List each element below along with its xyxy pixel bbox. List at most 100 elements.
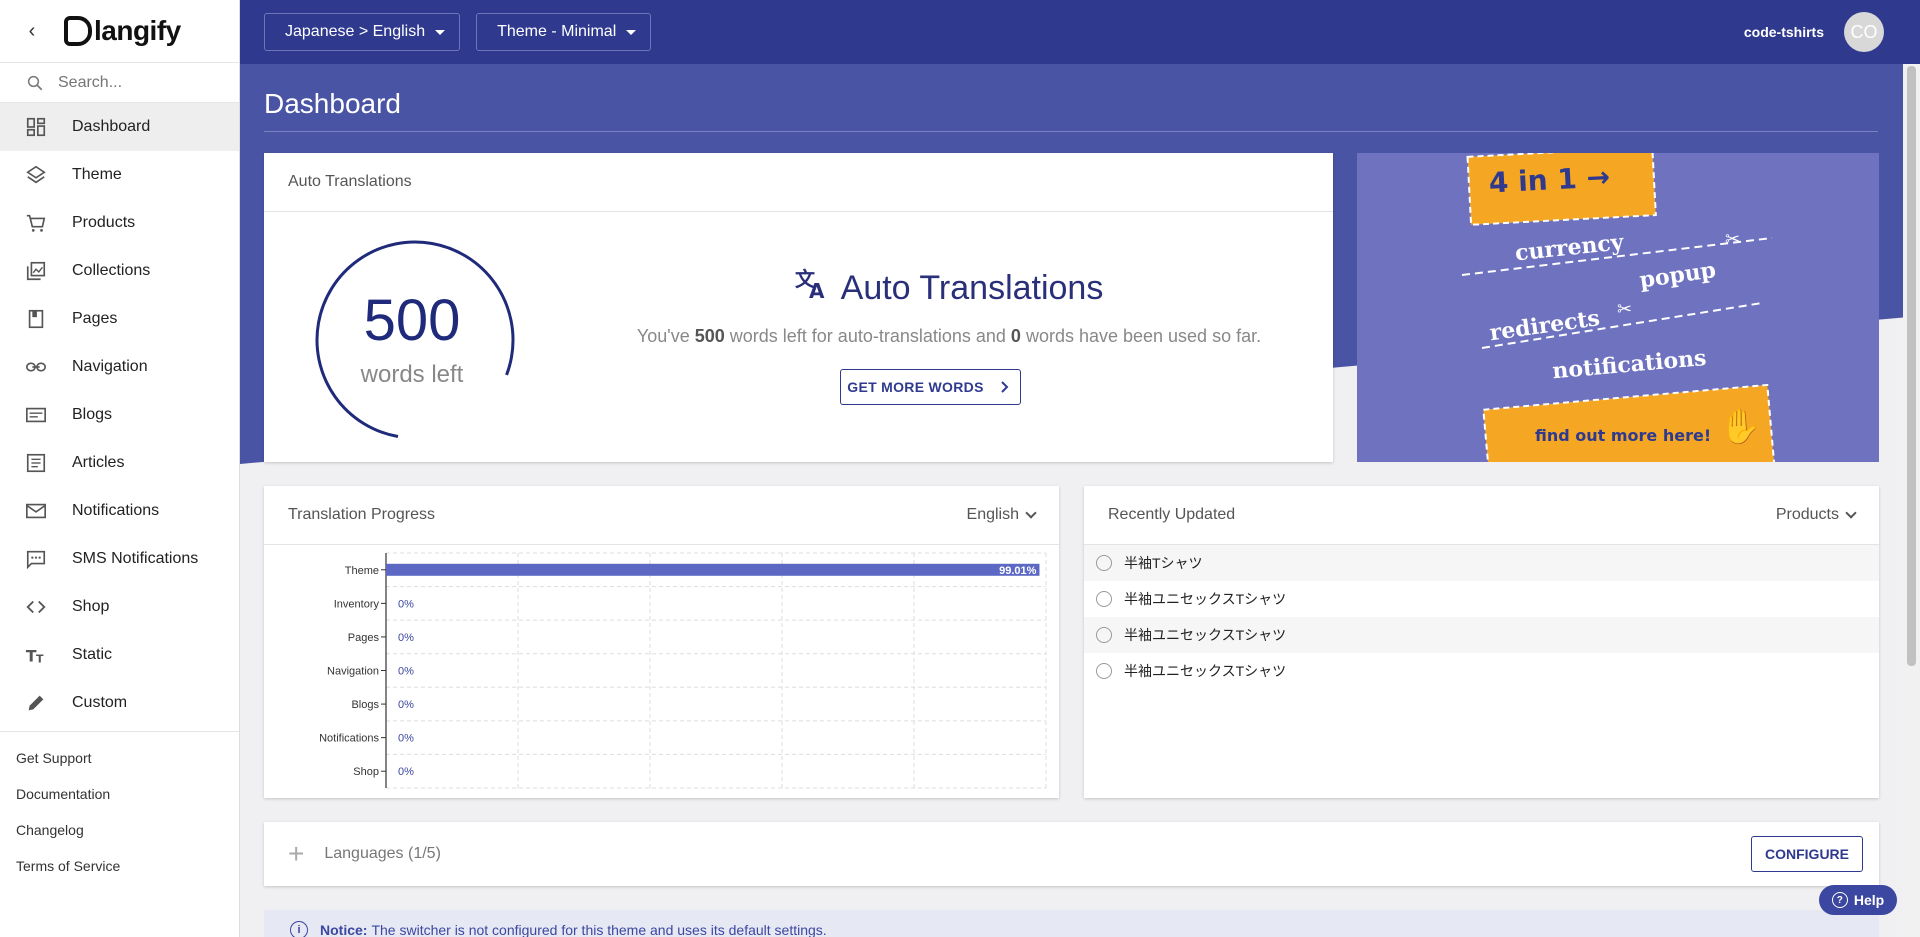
sidebar-item-label: SMS Notifications bbox=[72, 550, 199, 567]
configure-button[interactable]: CONFIGURE bbox=[1751, 836, 1863, 872]
sidebar-link-terms-of-service[interactable]: Terms of Service bbox=[0, 848, 239, 884]
sidebar-item-label: Static bbox=[72, 646, 113, 663]
tick-label-blogs: Blogs bbox=[351, 699, 379, 711]
radio-button[interactable] bbox=[1096, 627, 1112, 643]
sidebar-item-label: Navigation bbox=[72, 358, 148, 375]
sidebar-nav: Dashboard Theme Products Collections Pages Na… bbox=[0, 103, 239, 732]
langify-logo-icon bbox=[64, 16, 92, 46]
recently-updated-card: Recently Updated Products 半袖Tシャツ 半袖ユニセックス… bbox=[1084, 486, 1879, 798]
sidebar-item-label: Articles bbox=[72, 454, 125, 471]
tick-label-theme: Theme bbox=[345, 565, 379, 577]
sidebar-item-dashboard[interactable]: Dashboard bbox=[0, 103, 239, 151]
sidebar-item-label: Notifications bbox=[72, 502, 160, 519]
auto-translations-heading: 文A Auto Translations bbox=[564, 267, 1334, 308]
help-button[interactable]: ? Help bbox=[1819, 885, 1897, 915]
value-label-shop: 0% bbox=[398, 766, 414, 778]
sidebar-link-changelog[interactable]: Changelog bbox=[0, 812, 239, 848]
value-label-inventory: 0% bbox=[398, 598, 414, 610]
sidebar-link-documentation[interactable]: Documentation bbox=[0, 776, 239, 812]
scrollbar-thumb[interactable] bbox=[1907, 66, 1916, 666]
radio-button[interactable] bbox=[1096, 555, 1112, 571]
scissors-icon: ✂ bbox=[1617, 299, 1632, 319]
promo-banner[interactable]: ✂ ✂ ✋ 4 in 1 → currency popup redirects … bbox=[1357, 153, 1879, 462]
avatar[interactable]: CO bbox=[1844, 12, 1884, 52]
chevron-down-icon bbox=[1025, 507, 1037, 519]
logo: langify bbox=[64, 15, 181, 47]
sidebar-item-articles[interactable]: Articles bbox=[0, 439, 239, 487]
translation-progress-header: Translation Progress English bbox=[264, 486, 1059, 545]
search-input[interactable] bbox=[58, 73, 228, 92]
sidebar-item-collections[interactable]: Collections bbox=[0, 247, 239, 295]
title-divider bbox=[264, 131, 1878, 132]
list-item[interactable]: 半袖ユニセックスTシャツ bbox=[1084, 581, 1879, 617]
user-name[interactable]: code-tshirts bbox=[1744, 24, 1824, 40]
text-prefix: You've bbox=[636, 326, 695, 346]
promo-item-currency: currency bbox=[1514, 229, 1626, 266]
info-icon: i bbox=[290, 921, 308, 937]
get-more-words-button[interactable]: GET MORE WORDS bbox=[840, 369, 1021, 405]
sidebar-links: Get Support Documentation Changelog Terms o… bbox=[0, 732, 239, 884]
tick-label-shop: Shop bbox=[353, 766, 379, 778]
text-icon: TT bbox=[24, 643, 48, 667]
scissors-icon: ✂ bbox=[1725, 229, 1740, 249]
list-item[interactable]: 半袖ユニセックスTシャツ bbox=[1084, 653, 1879, 689]
recent-filter-dropdown[interactable]: Products bbox=[1775, 506, 1857, 524]
auto-translations-card-header: Auto Translations bbox=[264, 153, 1333, 212]
link-icon bbox=[24, 355, 48, 379]
value-label-theme: 99.01% bbox=[999, 565, 1037, 577]
language-pair-select[interactable]: Japanese > English bbox=[264, 13, 461, 51]
top-bar: Japanese > English Theme - Minimal code-… bbox=[240, 0, 1920, 64]
bar-theme bbox=[386, 563, 1040, 576]
expand-plus-icon[interactable]: + bbox=[288, 838, 304, 870]
sidebar-item-navigation[interactable]: Navigation bbox=[0, 343, 239, 391]
words-used-bold: 0 bbox=[1010, 326, 1021, 346]
progress-language-dropdown[interactable]: English bbox=[966, 506, 1037, 524]
sidebar-item-label: Products bbox=[72, 214, 136, 231]
back-chevron-icon[interactable]: ‹ bbox=[0, 20, 64, 43]
article-icon bbox=[24, 451, 48, 475]
sidebar-item-theme[interactable]: Theme bbox=[0, 151, 239, 199]
list-item-label: 半袖ユニセックスTシャツ bbox=[1124, 591, 1287, 607]
cart-icon bbox=[24, 211, 48, 235]
tick-label-navigation: Navigation bbox=[327, 666, 379, 678]
chevron-right-icon bbox=[1000, 381, 1009, 393]
notice-text: The switcher is not configured for this … bbox=[371, 922, 827, 937]
search-icon bbox=[27, 75, 43, 90]
sidebar-link-get-support[interactable]: Get Support bbox=[0, 740, 239, 776]
progress-bar-chart: Theme 99.01% Inventory 0% Pages 0% Navigation 0… bbox=[319, 552, 1047, 789]
radio-button[interactable] bbox=[1096, 663, 1112, 679]
sidebar-item-shop[interactable]: Shop bbox=[0, 583, 239, 631]
sidebar-item-pages[interactable]: Pages bbox=[0, 295, 239, 343]
value-label-blogs: 0% bbox=[398, 699, 414, 711]
value-label-navigation: 0% bbox=[398, 666, 414, 678]
theme-select[interactable]: Theme - Minimal bbox=[476, 13, 652, 51]
radio-button[interactable] bbox=[1096, 591, 1112, 607]
words-left-label: words left bbox=[360, 361, 464, 388]
dropdown-label: English bbox=[966, 506, 1019, 523]
logo-text: langify bbox=[94, 15, 181, 46]
list-item[interactable]: 半袖Tシャツ bbox=[1084, 545, 1879, 581]
hand-icon: ✋ bbox=[1719, 407, 1761, 446]
text-suffix: words have been used so far. bbox=[1020, 326, 1262, 346]
language-pair-label: Japanese > English bbox=[285, 23, 426, 40]
list-item[interactable]: 半袖ユニセックスTシャツ bbox=[1084, 617, 1879, 653]
notice-label: Notice: bbox=[320, 922, 368, 937]
code-icon bbox=[24, 595, 48, 619]
chevron-down-icon bbox=[1845, 507, 1857, 519]
sidebar-item-notifications[interactable]: Notifications bbox=[0, 487, 239, 535]
layers-icon bbox=[24, 163, 48, 187]
caret-down-icon bbox=[435, 29, 446, 35]
languages-label[interactable]: Languages (1/5) bbox=[324, 845, 441, 863]
scrollbar[interactable] bbox=[1903, 64, 1920, 937]
dropdown-label: Products bbox=[1775, 506, 1839, 523]
promo-art: ✂ ✂ ✋ 4 in 1 → currency popup redirects … bbox=[1461, 153, 1776, 462]
sidebar-item-custom[interactable]: Custom bbox=[0, 679, 239, 727]
words-left-count: 500 bbox=[363, 288, 461, 353]
translation-progress-card: Translation Progress English Theme 99.01%… bbox=[264, 486, 1059, 798]
promo-item-notifications: notifications bbox=[1551, 345, 1707, 384]
sidebar-item-blogs[interactable]: Blogs bbox=[0, 391, 239, 439]
sidebar-item-static[interactable]: T T Static bbox=[0, 631, 239, 679]
pencil-icon bbox=[24, 691, 48, 715]
sidebar-item-products[interactable]: Products bbox=[0, 199, 239, 247]
sidebar-item-sms-notifications[interactable]: SMS Notifications bbox=[0, 535, 239, 583]
